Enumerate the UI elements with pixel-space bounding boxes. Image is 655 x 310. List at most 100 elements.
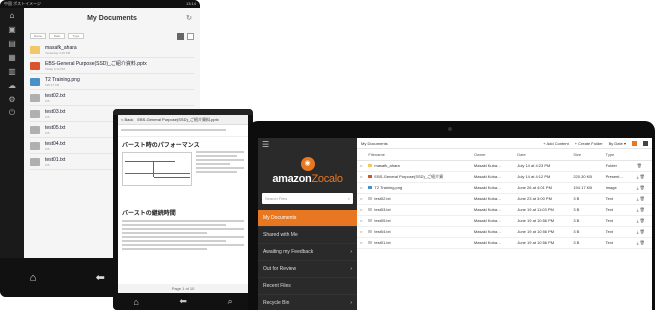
calendar-icon[interactable]: ▦ [0, 50, 24, 64]
delete-icon[interactable]: 🗑 [637, 163, 642, 168]
column-checkbox[interactable] [357, 149, 366, 161]
table-row[interactable]: ○ EBS-General Purpose(SSD)_ご紹介資 Masaki Kob… [357, 171, 652, 183]
download-icon[interactable]: ⤓ [637, 229, 639, 234]
column-type[interactable]: Type [602, 149, 634, 161]
table-header-row: Filename Owner Date Size Type [357, 149, 652, 161]
menu-icon[interactable]: ☰ [258, 138, 357, 151]
table-row[interactable]: ○ T2 Training.png Masaki Koba… June 26 at 4… [357, 182, 652, 194]
delete-icon[interactable]: 🗑 [640, 229, 645, 234]
file-owner: Masaki Koba… [470, 204, 515, 216]
doc-icon[interactable]: ▥ [0, 64, 24, 78]
delete-icon[interactable]: 🗑 [640, 218, 645, 223]
sort-date-tab[interactable]: Date [49, 33, 65, 39]
row-checkbox[interactable]: ○ [357, 237, 366, 249]
sidebar-item-shared-with-me[interactable]: Shared with Me [258, 227, 357, 244]
table-row[interactable]: ○ test04.txt Masaki Koba… June 19 at 10:56 … [357, 226, 652, 238]
delete-icon[interactable]: 🗑 [640, 174, 645, 179]
file-meta: 3 B [45, 130, 50, 135]
download-icon[interactable]: ⤓ [637, 174, 639, 179]
list-view-icon[interactable] [632, 140, 637, 146]
breadcrumb[interactable]: My Documents [361, 141, 537, 146]
file-name[interactable]: test03.txt [374, 207, 390, 212]
back-button[interactable]: < Back [121, 115, 133, 124]
home-icon[interactable]: ⌂ [133, 297, 138, 307]
row-checkbox[interactable]: ○ [357, 171, 366, 183]
back-icon[interactable]: ⬅ [96, 271, 105, 284]
image-file-icon [368, 186, 373, 190]
download-icon[interactable]: ⤓ [637, 207, 639, 212]
sidebar-item-recent-files[interactable]: Recent Files [258, 278, 357, 295]
row-checkbox[interactable]: ○ [357, 182, 366, 194]
list-view-icon[interactable] [177, 32, 184, 40]
file-meta: 3 B [45, 114, 50, 119]
file-meta: 3 B [45, 98, 50, 103]
sort-dropdown[interactable]: By Date ▾ [609, 141, 626, 146]
sidebar-item-recycle-bin[interactable]: Recycle Bin › [258, 295, 357, 310]
list-item[interactable]: masafk_ahara Yesterday 4:15 PM [30, 42, 194, 58]
column-date[interactable]: Date [514, 149, 571, 161]
file-name: test02.txt [45, 92, 66, 99]
row-checkbox[interactable]: ○ [357, 204, 366, 216]
file-name[interactable]: EBS-General Purpose(SSD)_ご紹介資 [374, 174, 443, 179]
column-size[interactable]: Size [570, 149, 603, 161]
list-item[interactable]: T2 Training.png 195.17 KB [30, 74, 194, 90]
delete-icon[interactable]: 🗑 [640, 185, 645, 190]
table-row[interactable]: ○ test02.txt Masaki Koba… June 23 at 3:00 P… [357, 193, 652, 205]
file-name[interactable]: test02.txt [374, 196, 390, 201]
list-item[interactable]: test02.txt 3 B [30, 90, 194, 106]
file-type: Text [602, 193, 634, 205]
download-icon[interactable]: ⤓ [637, 196, 639, 201]
refresh-icon[interactable]: ↻ [186, 8, 192, 30]
brand-logo: amazonZocalo [272, 173, 343, 185]
text-file-icon [368, 197, 373, 201]
gear-icon[interactable]: ⚙ [0, 92, 24, 106]
home-icon[interactable]: ⌂ [0, 8, 24, 22]
download-icon[interactable]: ⤓ [637, 185, 639, 190]
row-checkbox[interactable]: ○ [357, 226, 366, 238]
row-checkbox[interactable]: ○ [357, 215, 366, 227]
sort-type-tab[interactable]: Type [68, 33, 84, 39]
table-row[interactable]: ○ test05.txt Masaki Koba… June 19 at 10:56 … [357, 215, 652, 227]
home-icon[interactable]: ⌂ [30, 272, 37, 284]
column-filename[interactable]: Filename [365, 149, 471, 161]
file-name[interactable]: masafk_ahara [374, 163, 399, 168]
file-name[interactable]: test01.txt [374, 240, 390, 245]
table-row[interactable]: ○ masafk_ahara Masaki Kuba… July 14 at 4:23… [357, 160, 652, 172]
add-content-button[interactable]: + Add Content [543, 141, 568, 146]
sidebar-item-awaiting-feedback[interactable]: Awaiting my Feedback › [258, 244, 357, 261]
row-checkbox[interactable]: ○ [357, 193, 366, 205]
search-icon[interactable]: ⌕ [348, 196, 350, 201]
back-icon[interactable]: ⬅ [179, 296, 187, 307]
table-row[interactable]: ○ test03.txt Masaki Koba… June 19 at 11:03 … [357, 204, 652, 216]
sort-name-tab[interactable]: Name [30, 33, 46, 39]
file-table: Filename Owner Date Size Type ○ masafk_ah… [357, 149, 652, 249]
inbox-icon[interactable]: ▣ [0, 22, 24, 36]
table-row[interactable]: ○ test01.txt Masaki Koba… June 19 at 10:56 … [357, 237, 652, 249]
folder-icon[interactable]: ▤ [0, 36, 24, 50]
file-owner: Masaki Koba… [470, 215, 515, 227]
sidebar-item-out-for-review[interactable]: Out for Review › [258, 261, 357, 278]
cloud-icon[interactable]: ☁ [0, 78, 24, 92]
download-icon[interactable]: ⤓ [637, 240, 639, 245]
search-input[interactable]: Search Files ⌕ [262, 193, 353, 204]
column-owner[interactable]: Owner [470, 149, 515, 161]
power-icon[interactable]: ⏻ [0, 106, 24, 120]
section-heading: バースト時のパフォーマンス [122, 143, 200, 149]
sidebar-item-my-documents[interactable]: My Documents [258, 210, 357, 227]
create-folder-button[interactable]: + Create Folder [575, 141, 603, 146]
row-checkbox[interactable]: ○ [357, 160, 366, 172]
grid-view-icon[interactable] [643, 140, 648, 146]
file-name[interactable]: test04.txt [374, 229, 390, 234]
file-name[interactable]: test05.txt [374, 218, 390, 223]
download-icon[interactable]: ⤓ [637, 218, 639, 223]
delete-icon[interactable]: 🗑 [640, 207, 645, 212]
grid-view-icon[interactable] [187, 32, 194, 40]
file-name[interactable]: T2 Training.png [374, 185, 402, 190]
list-item[interactable]: EBS-General Purpose(SSD)_ご紹介資料.pptx Today… [30, 58, 194, 74]
page-indicator[interactable]: Page 1 of 10 [118, 284, 248, 293]
delete-icon[interactable]: 🗑 [640, 240, 645, 245]
file-meta: Yesterday 4:15 PM [45, 50, 71, 55]
marketing-composite: 中国 ポストイメージ 13:14 ⌂ ▣ ▤ ▦ ▥ ☁ ⚙ ⏻ My Docu… [0, 0, 655, 310]
delete-icon[interactable]: 🗑 [640, 196, 645, 201]
search-icon[interactable]: ⌕ [228, 296, 233, 307]
